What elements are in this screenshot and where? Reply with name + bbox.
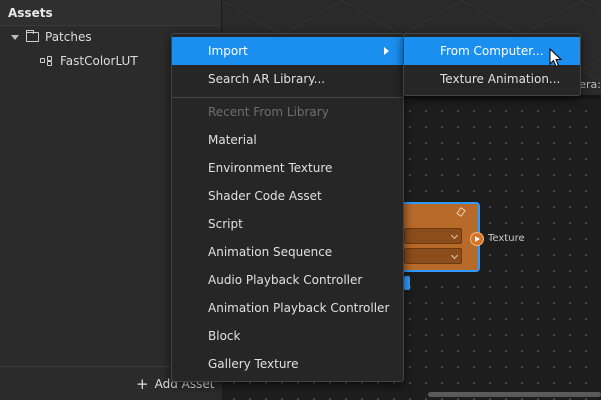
- menu-item-block[interactable]: Block: [172, 322, 403, 350]
- menu-section-header: Recent From Library: [208, 105, 329, 119]
- menu-item-search-ar-library[interactable]: Search AR Library...: [172, 65, 403, 93]
- mouse-cursor-icon: [549, 48, 563, 68]
- menu-item-audio-playback-controller[interactable]: Audio Playback Controller: [172, 266, 403, 294]
- output-port-icon[interactable]: [470, 232, 484, 246]
- menu-item-label: From Computer...: [440, 44, 544, 58]
- tree-item-patches[interactable]: Patches: [11, 27, 92, 47]
- tree-item-fastcolorlut[interactable]: FastColorLUT: [40, 51, 138, 71]
- chevron-down-icon: [450, 231, 459, 240]
- submenu-arrow-icon: [384, 47, 389, 55]
- menu-item-import[interactable]: Import: [172, 37, 403, 65]
- tree-item-label: FastColorLUT: [60, 54, 138, 68]
- plus-icon: +: [136, 375, 149, 393]
- camera-label: era:: [579, 78, 601, 91]
- menu-item-animation-playback-controller[interactable]: Animation Playback Controller: [172, 294, 403, 322]
- menu-item-texture-animation[interactable]: Texture Animation...: [404, 65, 580, 93]
- tree-item-label: Patches: [45, 30, 92, 44]
- chevron-down-icon: [450, 251, 459, 260]
- patch-icon: [40, 56, 54, 66]
- node-dropdown[interactable]: [404, 248, 462, 264]
- menu-item-label: Import: [208, 44, 248, 58]
- menu-item-label: Search AR Library...: [208, 72, 326, 86]
- menu-item-material[interactable]: Material: [172, 126, 403, 154]
- assets-panel-title: Assets: [0, 0, 221, 26]
- horizontal-scrollbar[interactable]: [428, 392, 601, 397]
- menu-item-animation-sequence[interactable]: Animation Sequence: [172, 238, 403, 266]
- node-dropdown[interactable]: [404, 228, 462, 244]
- folder-icon: [26, 30, 39, 42]
- node-selection-handle[interactable]: [404, 276, 410, 290]
- edit-icon[interactable]: [456, 207, 466, 217]
- menu-item-environment-texture[interactable]: Environment Texture: [172, 154, 403, 182]
- output-port-label: Texture: [488, 233, 525, 244]
- patch-node[interactable]: [398, 202, 480, 272]
- menu-item-shader-code-asset[interactable]: Shader Code Asset: [172, 182, 403, 210]
- expand-arrow-icon[interactable]: [11, 34, 19, 40]
- add-asset-context-menu: Import Search AR Library... Recent From …: [171, 33, 404, 382]
- menu-item-label: Texture Animation...: [440, 72, 561, 86]
- menu-item-script[interactable]: Script: [172, 210, 403, 238]
- menu-item-gallery-texture[interactable]: Gallery Texture: [172, 350, 403, 378]
